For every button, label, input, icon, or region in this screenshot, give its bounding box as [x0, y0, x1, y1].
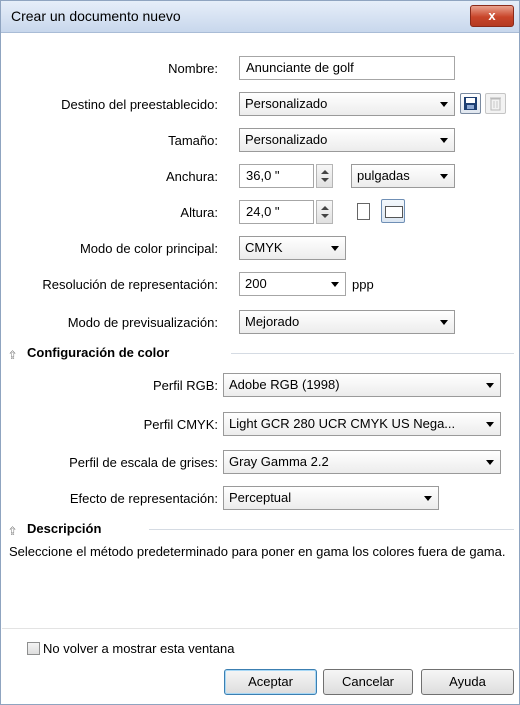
- resolution-unit: ppp: [352, 277, 374, 292]
- rendering-intent-label: Efecto de representación:: [69, 491, 218, 506]
- ok-button[interactable]: Aceptar: [224, 669, 317, 695]
- resolution-select[interactable]: 200: [239, 272, 346, 296]
- grayscale-profile-label: Perfil de escala de grises:: [69, 455, 218, 470]
- preset-destination-label: Destino del preestablecido:: [61, 97, 218, 112]
- preview-mode-label: Modo de previsualización:: [67, 315, 218, 330]
- chevron-down-icon: [440, 320, 448, 325]
- chevron-down-icon: [440, 174, 448, 179]
- landscape-orientation-icon: [385, 206, 403, 218]
- collapse-description-section-icon[interactable]: ⮸: [9, 523, 16, 542]
- height-label: Altura:: [180, 205, 218, 220]
- close-icon: x: [488, 8, 496, 23]
- rendering-intent-value: Perceptual: [229, 490, 292, 505]
- width-stepper[interactable]: [316, 164, 333, 188]
- resolution-label: Resolución de representación:: [42, 277, 218, 292]
- chevron-down-icon: [486, 422, 494, 427]
- height-stepper[interactable]: [316, 200, 333, 224]
- name-input[interactable]: Anunciante de golf: [239, 56, 455, 80]
- arrow-up-icon[interactable]: [321, 170, 329, 174]
- help-button[interactable]: Ayuda: [421, 669, 514, 695]
- chevron-down-icon: [486, 460, 494, 465]
- units-value: pulgadas: [357, 168, 410, 183]
- new-document-dialog: Crear un documento nuevo x Nombre: Anunc…: [0, 0, 520, 705]
- arrow-down-icon[interactable]: [321, 178, 329, 182]
- rgb-profile-select[interactable]: Adobe RGB (1998): [223, 373, 501, 397]
- units-select[interactable]: pulgadas: [351, 164, 455, 188]
- rgb-profile-label: Perfil RGB:: [152, 378, 218, 393]
- description-section-title: Descripción: [27, 521, 102, 536]
- color-mode-select[interactable]: CMYK: [239, 236, 346, 260]
- description-text: Seleccione el método predeterminado para…: [9, 544, 506, 559]
- size-label: Tamaño:: [168, 133, 218, 148]
- grayscale-profile-value: Gray Gamma 2.2: [229, 454, 329, 469]
- color-mode-value: CMYK: [245, 240, 283, 255]
- close-button[interactable]: x: [470, 5, 514, 27]
- cmyk-profile-select[interactable]: Light GCR 280 UCR CMYK US Nega...: [223, 412, 501, 436]
- chevron-down-icon: [440, 138, 448, 143]
- title-bar: Crear un documento nuevo x: [1, 1, 519, 33]
- rendering-intent-select[interactable]: Perceptual: [223, 486, 439, 510]
- chevron-down-icon: [440, 102, 448, 107]
- color-mode-label: Modo de color principal:: [79, 241, 218, 256]
- section-divider: [149, 529, 514, 530]
- height-input[interactable]: 24,0 ": [239, 200, 314, 224]
- preview-mode-value: Mejorado: [245, 314, 300, 329]
- width-input[interactable]: 36,0 ": [239, 164, 314, 188]
- dont-show-again-label[interactable]: No volver a mostrar esta ventana: [43, 641, 234, 656]
- grayscale-profile-select[interactable]: Gray Gamma 2.2: [223, 450, 501, 474]
- trash-icon: [490, 97, 501, 111]
- cancel-button[interactable]: Cancelar: [323, 669, 413, 695]
- color-settings-section-title: Configuración de color: [27, 345, 170, 360]
- resolution-value: 200: [245, 276, 267, 291]
- chevron-down-icon: [486, 383, 494, 388]
- save-icon: [464, 97, 477, 110]
- landscape-orientation-button[interactable]: [381, 199, 405, 223]
- preset-destination-value: Personalizado: [245, 96, 328, 111]
- window-title: Crear un documento nuevo: [11, 8, 181, 24]
- preset-destination-select[interactable]: Personalizado: [239, 92, 455, 116]
- chevron-down-icon: [331, 246, 339, 251]
- cmyk-profile-label: Perfil CMYK:: [143, 417, 218, 432]
- portrait-orientation-icon[interactable]: [357, 203, 370, 220]
- cmyk-profile-value: Light GCR 280 UCR CMYK US Nega...: [229, 416, 456, 431]
- dont-show-again-checkbox[interactable]: [27, 642, 40, 655]
- chevron-down-icon: [331, 282, 339, 287]
- footer-divider: [2, 628, 518, 629]
- name-label: Nombre:: [168, 61, 218, 76]
- arrow-up-icon[interactable]: [321, 206, 329, 210]
- size-value: Personalizado: [245, 132, 328, 147]
- rgb-profile-value: Adobe RGB (1998): [229, 377, 340, 392]
- size-select[interactable]: Personalizado: [239, 128, 455, 152]
- delete-preset-button[interactable]: [485, 93, 506, 114]
- section-divider: [231, 353, 514, 354]
- save-preset-button[interactable]: [460, 93, 481, 114]
- chevron-down-icon: [424, 496, 432, 501]
- arrow-down-icon[interactable]: [321, 214, 329, 218]
- preview-mode-select[interactable]: Mejorado: [239, 310, 455, 334]
- collapse-color-section-icon[interactable]: ⮸: [9, 347, 16, 366]
- width-label: Anchura:: [165, 169, 218, 184]
